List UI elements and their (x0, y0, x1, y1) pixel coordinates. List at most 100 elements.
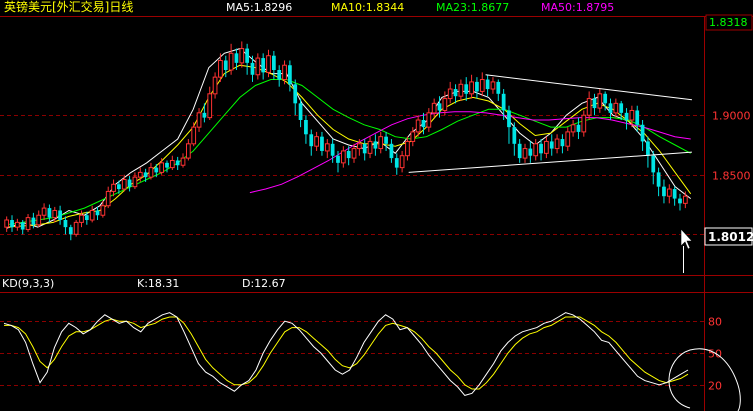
candle-body (41, 207, 47, 216)
candle (95, 206, 100, 220)
candle-body (437, 103, 442, 111)
candle-body (640, 124, 645, 142)
candle (207, 86, 213, 120)
candle (148, 162, 154, 180)
candle-body (202, 112, 207, 118)
trendline (408, 151, 692, 173)
candle (458, 79, 464, 101)
candle (228, 43, 234, 75)
candle (58, 205, 62, 225)
ma5-label: MA5:1.8296 (226, 1, 292, 14)
candle-body (485, 79, 490, 90)
candle (143, 168, 148, 182)
candle (442, 91, 448, 116)
candle-body (89, 209, 95, 221)
candle (47, 204, 52, 223)
candle (431, 98, 437, 118)
kd-lines (3, 312, 689, 396)
candle-body (399, 155, 405, 169)
candle-body (148, 167, 154, 178)
ma50-label: MA50:1.8795 (541, 1, 614, 14)
candle (132, 172, 138, 190)
kd-k-value: K:18.31 (137, 277, 179, 290)
candle (592, 93, 597, 116)
candle-body (185, 143, 191, 159)
candle-body (394, 158, 399, 168)
candle-body (36, 214, 42, 226)
candle-body (239, 48, 245, 64)
candle-body (212, 76, 218, 95)
price-tick-label: 1.9000 (712, 110, 751, 123)
candle (68, 224, 73, 241)
candle-body (507, 110, 511, 128)
candle-body (586, 98, 592, 116)
candle (507, 105, 511, 144)
candle-body (522, 148, 528, 159)
candle (399, 150, 405, 173)
candle-body (245, 48, 250, 63)
candle-body (496, 81, 501, 94)
candles (4, 41, 688, 241)
candle (250, 55, 255, 82)
price-gridlines (0, 115, 704, 235)
candle (25, 214, 31, 232)
candle (320, 131, 324, 156)
candle (309, 129, 314, 156)
candle-body (479, 79, 485, 92)
candle (324, 139, 330, 159)
candle-body (426, 112, 432, 128)
candle (608, 98, 613, 120)
candle (512, 122, 517, 156)
candle-body (624, 112, 629, 120)
candle (635, 105, 640, 132)
candle (314, 131, 319, 151)
candle (362, 139, 367, 161)
candle (41, 203, 47, 220)
candle-body (415, 119, 421, 133)
candle-body (646, 141, 650, 156)
candle-body (111, 183, 116, 192)
candle (581, 110, 587, 137)
candle (89, 205, 95, 223)
candle (10, 215, 14, 232)
candle-body (271, 55, 276, 70)
candle (367, 136, 373, 159)
candle-body (458, 83, 464, 97)
candle (586, 91, 592, 120)
candle (640, 120, 645, 151)
candle-body (549, 141, 554, 149)
candle-body (330, 143, 335, 156)
candle (105, 186, 111, 209)
candle (646, 136, 650, 168)
candle (277, 65, 282, 87)
candle-body (10, 220, 14, 228)
candle-body (132, 176, 138, 188)
candle (63, 216, 68, 235)
candle (384, 131, 388, 151)
candle (405, 136, 410, 161)
candle-body (635, 110, 640, 125)
candle (239, 41, 245, 68)
ma-line-ma50 (249, 111, 691, 194)
candle-body (613, 102, 619, 114)
candle-body (314, 136, 319, 147)
candle-body (169, 159, 175, 169)
candle-body (384, 136, 388, 144)
candle (180, 153, 186, 168)
candle (560, 134, 565, 154)
kline-chart-window: 英镑美元[外汇交易]日线 MA5:1.8296 MA10:1.8344 MA23… (0, 0, 753, 411)
candle (271, 50, 276, 80)
kd-tick-label: 20 (708, 380, 722, 393)
candle-body (52, 209, 58, 219)
candle-body (293, 84, 298, 104)
candle (191, 122, 197, 147)
kd-d-value: D:12.67 (242, 277, 286, 290)
candle (410, 127, 416, 147)
candle-body (191, 126, 197, 145)
candle (426, 108, 432, 132)
candle-body (367, 140, 373, 154)
candle-body (137, 171, 143, 178)
candle-body (431, 102, 437, 114)
candle (549, 134, 554, 156)
candle-body (277, 70, 282, 80)
